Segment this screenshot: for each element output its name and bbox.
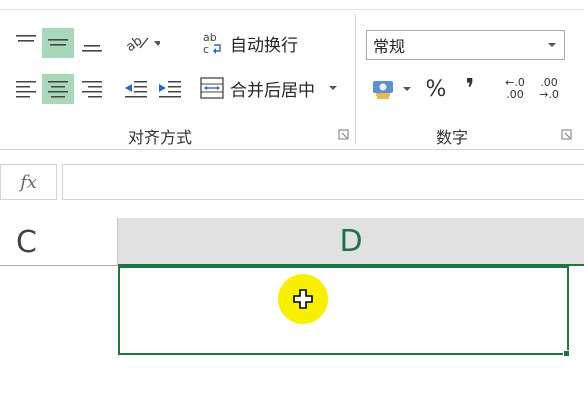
bottom-align-icon <box>82 45 102 52</box>
accounting-format-button[interactable] <box>368 74 414 104</box>
formula-bar: fx <box>0 150 584 218</box>
fx-icon: fx <box>20 171 37 193</box>
align-right-icon <box>82 81 102 98</box>
wrap-text-icon: ab c <box>203 31 221 55</box>
chevron-down-icon <box>548 43 556 47</box>
increase-indent-icon <box>159 81 181 98</box>
merge-center-button[interactable]: 合并后居中 <box>200 72 337 104</box>
selected-cell[interactable] <box>118 266 569 355</box>
align-center-icon <box>48 81 68 98</box>
top-align-icon <box>16 35 36 42</box>
increase-indent-button[interactable] <box>154 74 186 104</box>
decrease-decimal-bottom: →.0 <box>539 88 559 101</box>
column-header-row: C D <box>0 218 584 266</box>
ribbon: ab ab c 自动换行 合并后居中 对齐方式 常规 % ❜ ←.0 .00 .… <box>0 0 584 150</box>
decrease-decimal-button[interactable]: .00 →.0 <box>534 74 564 104</box>
bottom-align-button[interactable] <box>76 28 108 58</box>
ribbon-group-separator <box>355 14 356 144</box>
currency-icon <box>373 81 393 99</box>
column-header-c[interactable]: C <box>0 218 118 266</box>
column-header-d[interactable]: D <box>118 218 584 266</box>
wrap-text-button[interactable]: ab c 自动换行 <box>200 28 298 58</box>
comma-style-button[interactable]: ❜ <box>456 74 484 104</box>
cursor-highlight <box>278 274 328 324</box>
alignment-dialog-launcher-icon[interactable] <box>338 129 349 140</box>
decrease-indent-button[interactable] <box>120 74 152 104</box>
accounting-dropdown-icon <box>403 87 411 91</box>
wrap-text-label: 自动换行 <box>230 35 298 56</box>
percent-style-button[interactable]: % <box>420 74 452 104</box>
fill-handle[interactable] <box>563 350 570 357</box>
svg-text:c: c <box>203 43 209 55</box>
middle-align-button[interactable] <box>42 28 74 58</box>
formula-input[interactable] <box>62 164 584 200</box>
orientation-button[interactable]: ab <box>122 28 162 58</box>
number-format-value: 常规 <box>373 37 406 56</box>
align-left-icon <box>16 81 36 98</box>
ribbon-top-edge <box>0 0 584 10</box>
insert-function-button[interactable]: fx <box>0 164 57 200</box>
number-group-label: 数字 <box>436 128 469 147</box>
number-format-select[interactable]: 常规 <box>366 30 565 60</box>
merge-center-icon <box>200 77 224 99</box>
merge-dropdown-icon[interactable] <box>329 86 337 90</box>
align-center-button[interactable] <box>42 74 74 104</box>
middle-align-icon <box>48 39 68 46</box>
cell-select-cursor-icon <box>293 289 313 309</box>
decrease-indent-icon <box>125 81 147 98</box>
text-orientation-icon: ab <box>124 34 160 54</box>
comma-icon: ❜ <box>465 74 475 104</box>
alignment-group-label: 对齐方式 <box>128 128 193 147</box>
percent-icon: % <box>425 76 447 102</box>
number-dialog-launcher-icon[interactable] <box>561 129 572 140</box>
align-left-button[interactable] <box>10 74 42 104</box>
merge-center-label: 合并后居中 <box>230 80 315 101</box>
top-align-button[interactable] <box>10 28 42 58</box>
increase-decimal-button[interactable]: ←.0 .00 <box>500 74 530 104</box>
svg-text:ab: ab <box>124 34 145 54</box>
align-right-button[interactable] <box>76 74 108 104</box>
increase-decimal-bottom: .00 <box>506 88 524 101</box>
